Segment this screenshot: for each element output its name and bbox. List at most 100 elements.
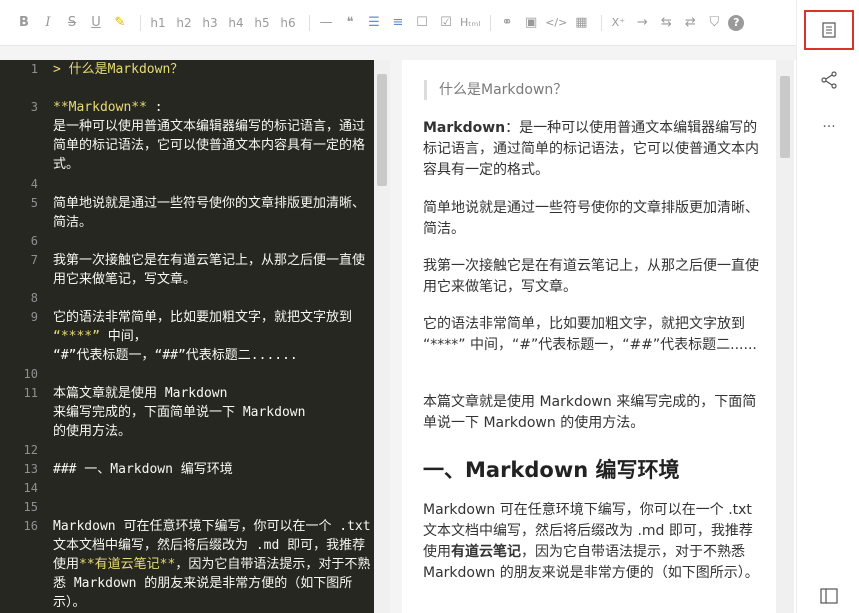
line-number: 6 <box>30 234 38 248</box>
editor-line[interactable]: 15 <box>0 498 374 517</box>
h1-button[interactable]: h1 <box>147 11 169 35</box>
editor-line[interactable]: 10 <box>0 365 374 384</box>
editor-toolbar: B I S U ✎ h1 h2 h3 h4 h5 h6 — ❝ ☰ ≡ ☐ ☑ … <box>0 0 796 46</box>
shirt-icon[interactable]: ⛉ <box>704 11 724 35</box>
editor-line[interactable]: 4 <box>0 175 374 194</box>
editor-line-text: > 什么是Markdown？ <box>53 60 371 79</box>
editor-line[interactable]: 6 <box>0 232 374 251</box>
outline-button[interactable] <box>804 10 854 50</box>
image-icon[interactable]: ▣ <box>521 11 541 35</box>
editor-line[interactable]: 14 <box>0 479 374 498</box>
h2-button[interactable]: h2 <box>173 11 195 35</box>
preview-pane: 什么是Markdown？ Markdown：是一种可以使用普通文本编辑器编写的标… <box>402 60 776 613</box>
sidebar-icon <box>820 588 838 604</box>
editor-line[interactable]: 7 我第一次接触它是在有道云笔记上，从那之后便一直使用它来做笔记，写文章。 <box>0 251 374 289</box>
line-number: 3 <box>30 100 38 114</box>
line-number: 4 <box>30 177 38 191</box>
line-number: 15 <box>23 500 38 514</box>
editor-line-text: 简单地说就是通过一些符号使你的文章排版更加清晰、简洁。 <box>53 194 371 232</box>
editor-line[interactable]: 是一种可以使用普通文本编辑器编写的标记语言，通过简单的标记语法，它可以使普通文本… <box>0 117 374 174</box>
preview-paragraph-2: 简单地说就是通过一些符号使你的文章排版更加清晰、简洁。 <box>423 200 759 237</box>
more-button[interactable]: ··· <box>815 118 843 136</box>
editor-top-gutter <box>0 46 796 60</box>
editor-line-text: 我第一次接触它是在有道云笔记上，从那之后便一直使用它来做笔记，写文章。 <box>53 251 371 289</box>
arrow-right-icon[interactable]: → <box>632 11 652 35</box>
ordered-list-icon[interactable]: ≡ <box>388 11 408 35</box>
editor-text-segment: 我第一次接触它是在有道云笔记上，从那之后便一直使用它来做笔记，写文章。 <box>53 253 366 287</box>
preview-heading: 一、Markdown 编写环境 <box>423 458 680 482</box>
editor-line-text: 本篇文章就是使用 Markdown 来编写完成的，下面简单说一下 Markdow… <box>53 384 371 441</box>
editor-line[interactable]: 1 > 什么是Markdown？ <box>0 60 374 79</box>
markdown-editor[interactable]: 1 > 什么是Markdown？ 3 **Markdown** : 是一种可以使用普通文… <box>0 60 374 613</box>
right-side-panel: ··· <box>796 0 859 613</box>
editor-text-segment: **Markdown** <box>53 100 147 115</box>
underline-button[interactable]: U <box>86 11 106 35</box>
editor-text-segment: 是一种可以使用普通文本编辑器编写的标记语言，通过简单的标记语法，它可以使普通文本… <box>53 119 366 172</box>
editor-text-segment: 它的语法非常简单，比如要加粗文字，就把文字放到 <box>53 310 360 325</box>
editor-line[interactable]: 9 它的语法非常简单，比如要加粗文字，就把文字放到 “****” 中间， “#”代… <box>0 308 374 365</box>
help-icon[interactable]: ? <box>728 14 745 31</box>
preview-paragraph-5: 本篇文章就是使用 Markdown 来编写完成的，下面简单说一下 Markdow… <box>423 394 757 431</box>
editor-line[interactable]: 8 <box>0 289 374 308</box>
editor-line[interactable] <box>0 80 374 99</box>
share-button[interactable] <box>819 70 839 90</box>
unordered-list-icon[interactable]: ☰ <box>364 11 384 35</box>
marker-icon[interactable]: ✎ <box>110 11 130 35</box>
horizontal-rule-icon[interactable]: — <box>316 11 336 35</box>
editor-text-segment: 本篇文章就是使用 Markdown 来编写完成的，下面简单说一下 Markdow… <box>53 386 306 439</box>
editor-text-segment: > 什么是Markdown？ <box>53 62 184 77</box>
editor-line[interactable]: 16 Markdown 可在任意环境下编写，你可以在一个 .txt 文本文档中编写… <box>0 517 374 612</box>
line-number: 11 <box>23 386 38 400</box>
strikethrough-button[interactable]: S <box>62 11 82 35</box>
superscript-icon[interactable]: X⁺ <box>608 11 628 35</box>
checkbox-empty-icon[interactable]: ☐ <box>412 11 432 35</box>
italic-button[interactable]: I <box>38 11 58 35</box>
editor-line[interactable]: 11 本篇文章就是使用 Markdown 来编写完成的，下面简单说一下 Markd… <box>0 384 374 441</box>
line-number: 9 <box>30 310 38 324</box>
share-icon <box>821 71 837 89</box>
preview-scrollbar-thumb[interactable] <box>780 76 790 158</box>
line-number: 5 <box>30 196 38 210</box>
editor-line[interactable]: 12 <box>0 441 374 460</box>
preview-paragraph-4: 它的语法非常简单，比如要加粗文字，就把文字放到 “****” 中间，“#”代表标… <box>423 316 757 353</box>
checkbox-checked-icon[interactable]: ☑ <box>436 11 456 35</box>
editor-line-text: ### 一、Markdown 编写环境 <box>53 460 371 479</box>
editor-text-segment: “****” <box>53 329 100 344</box>
sync-scroll-icon[interactable]: ⇆ <box>656 11 676 35</box>
toolbar-divider <box>601 14 603 31</box>
quote-icon[interactable]: ❝ <box>340 11 360 35</box>
preview-scrollbar[interactable] <box>776 60 794 613</box>
layout-switch-icon[interactable]: ⇄ <box>680 11 700 35</box>
editor-line[interactable]: 13 ### 一、Markdown 编写环境 <box>0 460 374 479</box>
h5-button[interactable]: h5 <box>251 11 273 35</box>
code-icon[interactable]: </> <box>545 11 567 35</box>
editor-line-text: 是一种可以使用普通文本编辑器编写的标记语言，通过简单的标记语法，它可以使普通文本… <box>53 117 371 174</box>
html-icon[interactable]: Hₜₘₗ <box>460 11 480 35</box>
line-number: 16 <box>23 519 38 533</box>
sidebar-toggle-button[interactable] <box>819 586 839 606</box>
editor-text-segment: : <box>146 100 163 115</box>
editor-line[interactable]: 5 简单地说就是通过一些符号使你的文章排版更加清晰、简洁。 <box>0 194 374 232</box>
toolbar-divider <box>490 14 492 31</box>
table-icon[interactable]: ▦ <box>571 11 591 35</box>
preview-paragraph-3: 我第一次接触它是在有道云笔记上，从那之后便一直使用它来做笔记，写文章。 <box>423 258 759 295</box>
preview-bold-markdown: Markdown <box>423 120 506 136</box>
line-number: 1 <box>30 62 38 76</box>
h3-button[interactable]: h3 <box>199 11 221 35</box>
editor-line-text: 它的语法非常简单，比如要加粗文字，就把文字放到 “****” 中间， “#”代表… <box>53 308 371 365</box>
document-outline-icon <box>822 22 836 38</box>
line-number: 8 <box>30 291 38 305</box>
link-icon[interactable]: ⚭ <box>497 11 517 35</box>
bold-button[interactable]: B <box>14 11 34 35</box>
pane-separator <box>390 60 402 613</box>
line-number: 14 <box>23 481 38 495</box>
h4-button[interactable]: h4 <box>225 11 247 35</box>
line-number: 13 <box>23 462 38 476</box>
preview-bold-youdao: 有道云笔记 <box>451 544 521 560</box>
h6-button[interactable]: h6 <box>277 11 299 35</box>
editor-line[interactable]: 3 **Markdown** : <box>0 98 374 117</box>
editor-scrollbar-thumb[interactable] <box>377 74 387 186</box>
editor-scrollbar[interactable] <box>374 60 390 613</box>
line-number: 10 <box>23 367 38 381</box>
line-number: 12 <box>23 443 38 457</box>
